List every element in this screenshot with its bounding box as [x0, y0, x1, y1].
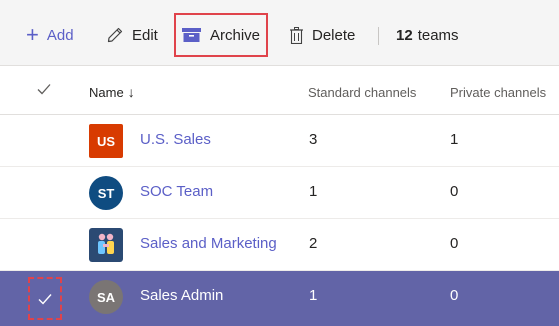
table-header: Name ↓ Standard channels Private channels — [0, 66, 559, 115]
table-row[interactable]: US U.S. Sales 3 1 — [0, 115, 559, 167]
team-avatar-people-icon — [89, 228, 123, 262]
table-row-selected[interactable]: SA Sales Admin 1 0 — [0, 271, 559, 326]
column-header-name[interactable]: Name ↓ — [89, 84, 135, 100]
select-all-checkmark-icon[interactable] — [37, 83, 51, 95]
table-row[interactable]: ST SOC Team 1 0 — [0, 167, 559, 219]
column-header-standard-channels[interactable]: Standard channels — [308, 85, 416, 100]
edit-button[interactable]: Edit — [107, 22, 158, 48]
arrow-down-icon: ↓ — [127, 84, 135, 100]
private-channels-count: 0 — [450, 183, 459, 200]
column-header-name-label: Name — [89, 85, 124, 100]
add-button[interactable]: + Add — [26, 22, 74, 48]
team-avatar: US — [89, 124, 123, 158]
team-name-link[interactable]: Sales Admin — [140, 287, 223, 304]
column-header-private-channels[interactable]: Private channels — [450, 85, 546, 100]
archive-button[interactable]: Archive — [174, 13, 268, 57]
plus-icon: + — [26, 22, 39, 47]
edit-label: Edit — [132, 26, 158, 44]
team-avatar: ST — [89, 176, 123, 210]
standard-channels-count: 2 — [309, 235, 318, 252]
delete-button[interactable]: Delete — [290, 22, 355, 48]
team-count: 12 teams — [396, 22, 459, 48]
row-select-checkbox[interactable] — [28, 277, 62, 320]
standard-channels-count: 1 — [309, 287, 318, 304]
private-channels-count: 0 — [450, 287, 459, 304]
team-name-link[interactable]: Sales and Marketing — [140, 235, 277, 252]
team-count-text: teams — [417, 26, 459, 44]
delete-label: Delete — [312, 26, 356, 44]
toolbar-divider — [378, 27, 379, 45]
add-label: Add — [46, 26, 74, 44]
team-name-link[interactable]: SOC Team — [140, 183, 213, 200]
checkmark-icon — [38, 293, 52, 305]
archive-label: Archive — [209, 26, 261, 44]
people-icon — [98, 233, 114, 254]
standard-channels-count: 1 — [309, 183, 318, 200]
standard-channels-count: 3 — [309, 131, 318, 148]
private-channels-count: 1 — [450, 131, 459, 148]
team-avatar: SA — [89, 280, 123, 314]
team-name-link[interactable]: U.S. Sales — [140, 131, 211, 148]
table-row[interactable]: Sales and Marketing 2 0 — [0, 219, 559, 271]
pencil-icon — [107, 27, 123, 43]
trash-icon — [290, 26, 303, 44]
archive-icon — [181, 28, 201, 42]
team-count-number: 12 — [396, 26, 413, 44]
toolbar: + Add Edit Archive Delete 12 teams — [0, 0, 559, 66]
private-channels-count: 0 — [450, 235, 459, 252]
